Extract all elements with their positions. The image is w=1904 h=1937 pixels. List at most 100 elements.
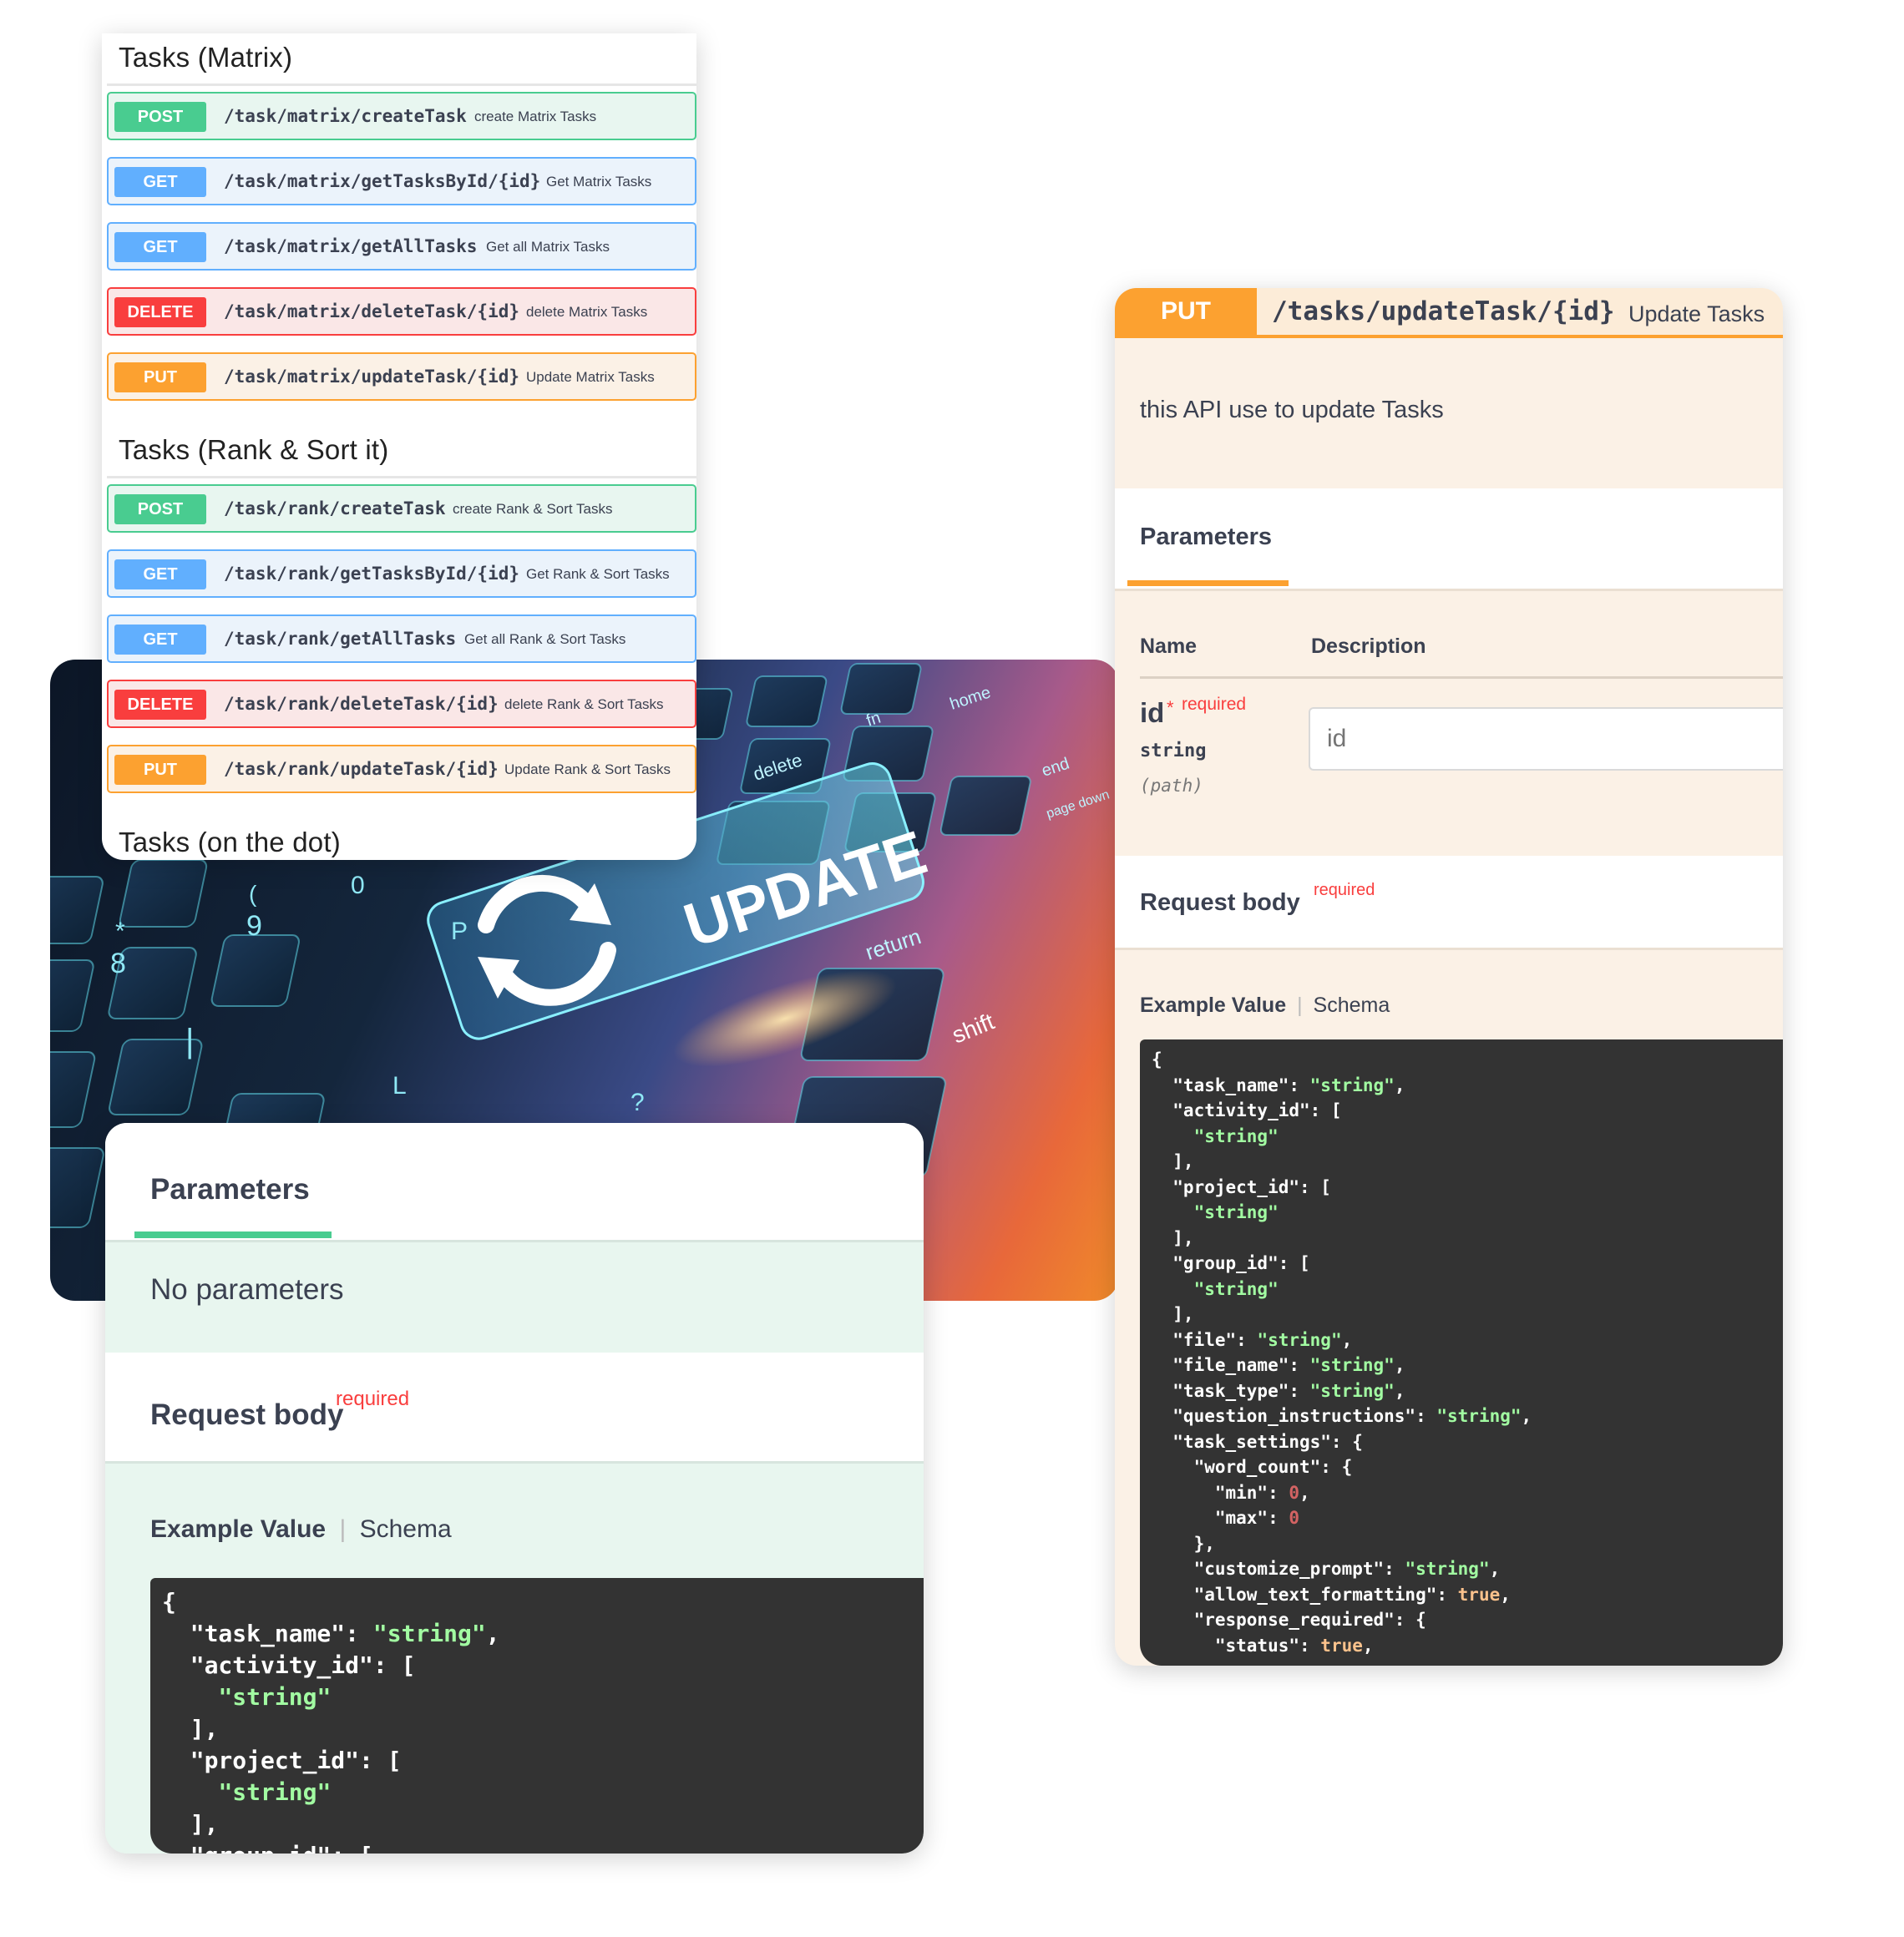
endpoint-summary: create Rank & Sort Tasks	[453, 501, 613, 517]
code-line: "file": "string",	[1152, 1329, 1353, 1350]
example-json-code: { "task_name": "string", "activity_id": …	[150, 1578, 924, 1854]
endpoint-row-matrix-create[interactable]: POST /task/matrix/createTask create Matr…	[107, 92, 696, 140]
code-line: {	[162, 1588, 176, 1616]
endpoint-row-rank-create[interactable]: POST /task/rank/createTask create Rank &…	[107, 484, 696, 533]
home-key-label: home	[948, 683, 993, 713]
method-badge-post: POST	[114, 494, 206, 524]
code-line: {	[1152, 1049, 1162, 1070]
schema-tab[interactable]: Schema	[360, 1515, 452, 1543]
endpoint-row-matrix-delete[interactable]: DELETE /task/matrix/deleteTask/{id} dele…	[107, 287, 696, 336]
code-line: ],	[1152, 1304, 1194, 1324]
code-line: "project_id": [	[1152, 1176, 1331, 1197]
method-badge-delete: DELETE	[114, 297, 206, 327]
code-line: "word_count": {	[1152, 1457, 1353, 1477]
endpoint-summary: Get Matrix Tasks	[546, 174, 652, 190]
section-divider	[105, 1240, 924, 1242]
parameters-header: Parameters	[105, 1123, 924, 1240]
operation-path: /tasks/updateTask/{id}	[1272, 296, 1615, 326]
endpoint-summary: delete Matrix Tasks	[526, 304, 648, 320]
request-body-label: Request body	[1140, 889, 1300, 916]
code-line: "min": 0,	[1152, 1482, 1310, 1503]
method-badge-get: GET	[114, 559, 206, 589]
code-line: "string"	[1193, 1278, 1279, 1299]
code-line: "customize_prompt": "string",	[1152, 1559, 1501, 1579]
shift-key-label: shift	[949, 1009, 998, 1049]
code-line: "allow_text_formatting": true,	[1152, 1584, 1511, 1605]
code-line: "string"	[218, 1683, 332, 1711]
code-line: "activity_id": [	[1152, 1100, 1342, 1120]
example-schema-tabs: Example Value | Schema	[1140, 994, 1390, 1018]
code-line: "question_instructions": "string",	[1152, 1406, 1532, 1426]
operation-header[interactable]: PUT /tasks/updateTask/{id} Update Tasks	[1115, 288, 1783, 338]
key-9-label: 9	[246, 910, 262, 942]
request-detail-panel-post: Parameters No parameters Request body re…	[105, 1123, 924, 1854]
page-down-key-label: page down	[1045, 787, 1112, 821]
code-line: "group_id": [	[1152, 1253, 1310, 1273]
example-value-tab[interactable]: Example Value	[1140, 994, 1286, 1017]
code-line: ],	[162, 1810, 219, 1838]
key-star-label: *	[115, 918, 125, 945]
tab-separator: |	[339, 1515, 347, 1543]
parameters-tab[interactable]: Parameters	[150, 1173, 310, 1206]
code-line: "string"	[1193, 1125, 1279, 1146]
method-badge-get: GET	[114, 625, 206, 655]
endpoint-path: /task/rank/deleteTask/{id}	[224, 694, 499, 714]
endpoint-path: /task/rank/getAllTasks	[224, 629, 457, 649]
code-line: ],	[162, 1715, 219, 1742]
code-line: "activity_id": [	[162, 1651, 416, 1679]
endpoint-row-rank-get-by-id[interactable]: GET /task/rank/getTasksById/{id} Get Ran…	[107, 549, 696, 598]
method-badge-put: PUT	[114, 362, 206, 392]
endpoint-row-rank-get-all[interactable]: GET /task/rank/getAllTasks Get all Rank …	[107, 614, 696, 663]
endpoint-summary: create Matrix Tasks	[474, 109, 597, 124]
code-line: ],	[1152, 1227, 1194, 1248]
group-divider	[107, 83, 696, 86]
no-parameters-text: No parameters	[150, 1273, 344, 1306]
key-8-label: 8	[110, 948, 126, 979]
key-0-label: 0	[351, 872, 365, 899]
code-line: "task_settings": {	[1152, 1431, 1363, 1452]
method-badge-delete: DELETE	[114, 690, 206, 720]
example-json-code: { "task_name": "string", "activity_id": …	[1140, 1039, 1783, 1666]
parameters-tab[interactable]: Parameters	[1140, 523, 1272, 551]
endpoint-row-matrix-get-all[interactable]: GET /task/matrix/getAllTasks Get all Mat…	[107, 222, 696, 271]
column-header-name: Name	[1140, 635, 1198, 658]
code-line: "file_name": "string",	[1152, 1355, 1405, 1375]
request-body-header: Request body required	[1115, 856, 1783, 948]
method-badge-put: PUT	[114, 755, 206, 785]
return-key-label: return	[863, 923, 924, 965]
code-line: "string"	[1193, 1202, 1279, 1222]
endpoint-row-rank-update[interactable]: PUT /task/rank/updateTask/{id} Update Ra…	[107, 745, 696, 793]
param-location: (path)	[1140, 776, 1203, 796]
operation-description: this API use to update Tasks	[1140, 397, 1444, 423]
endpoint-row-matrix-get-by-id[interactable]: GET /task/matrix/getTasksById/{id} Get M…	[107, 157, 696, 205]
param-name-id: id	[1140, 697, 1165, 728]
schema-tab[interactable]: Schema	[1314, 994, 1390, 1017]
table-divider	[1140, 676, 1783, 679]
code-line: ],	[1152, 1151, 1194, 1171]
request-detail-panel-put: PUT /tasks/updateTask/{id} Update Tasks …	[1115, 288, 1783, 1666]
endpoint-summary: Get all Matrix Tasks	[486, 239, 610, 255]
id-input[interactable]	[1309, 707, 1783, 771]
code-line: "response_required": {	[1152, 1610, 1426, 1630]
code-line: "status": true,	[1152, 1635, 1374, 1656]
endpoint-row-rank-delete[interactable]: DELETE /task/rank/deleteTask/{id} delete…	[107, 680, 696, 728]
group-title-on-the-dot: Tasks (on the dot)	[119, 827, 341, 857]
key-pipe-label: |	[185, 1023, 194, 1060]
endpoint-path: /task/rank/getTasksById/{id}	[224, 564, 520, 584]
section-divider	[1115, 948, 1783, 950]
example-value-tab[interactable]: Example Value	[150, 1515, 326, 1543]
endpoint-row-matrix-update[interactable]: PUT /task/matrix/updateTask/{id} Update …	[107, 352, 696, 401]
method-badge-post: POST	[114, 102, 206, 132]
active-tab-underline	[1127, 580, 1289, 586]
required-star: *	[1167, 697, 1174, 718]
request-body-label: Request body	[150, 1398, 344, 1431]
endpoint-summary: delete Rank & Sort Tasks	[504, 696, 664, 712]
endpoint-path: /task/matrix/createTask	[224, 106, 467, 126]
column-header-description: Description	[1311, 635, 1426, 658]
endpoint-path: /task/rank/createTask	[224, 498, 446, 518]
code-line: "task_type": "string",	[1152, 1380, 1405, 1401]
group-title-rank-sort: Tasks (Rank & Sort it)	[119, 434, 389, 465]
endpoint-path: /task/matrix/getTasksById/{id}	[224, 171, 541, 191]
endpoint-summary: Get Rank & Sort Tasks	[526, 566, 670, 582]
endpoint-list-panel: Tasks (Matrix) POST /task/matrix/createT…	[102, 33, 696, 860]
